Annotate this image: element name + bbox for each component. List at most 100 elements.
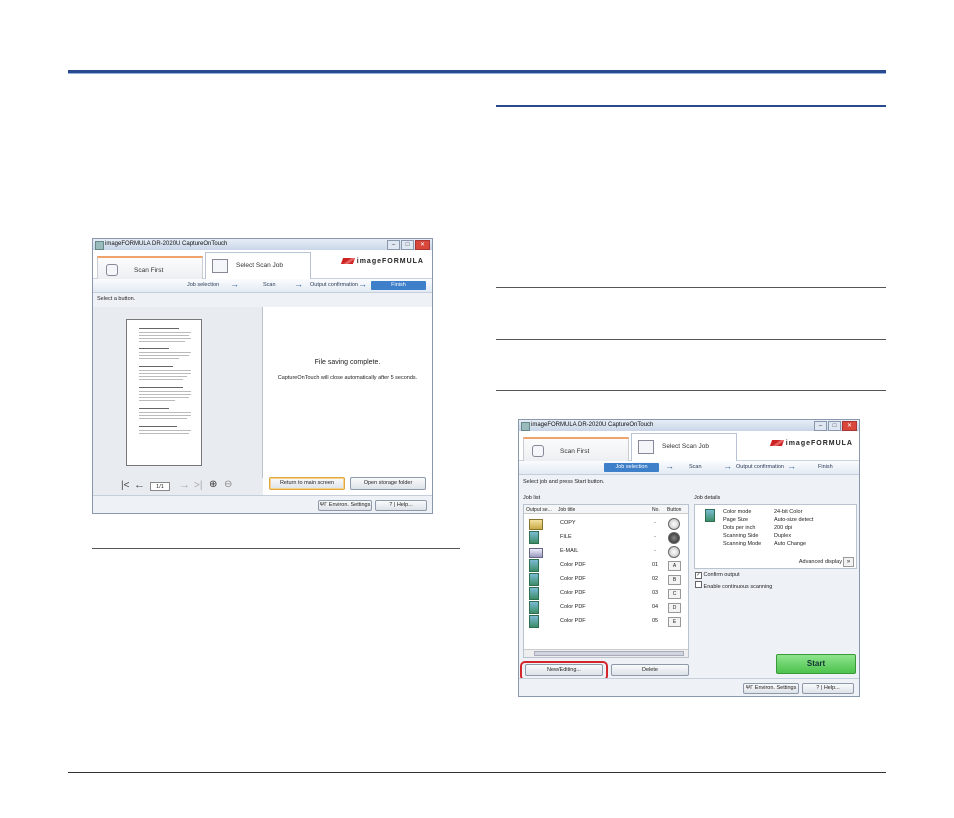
return-to-main-button[interactable]: Return to main screen xyxy=(269,477,345,490)
job-details-panel: Color mode 24-bit Color Page Size Auto-s… xyxy=(694,504,857,569)
help-button[interactable]: ? | Help... xyxy=(375,500,427,511)
arrow-right-icon: → xyxy=(665,461,674,471)
job-list: Output se... Job title No. Button COPY -… xyxy=(523,504,689,658)
close-icon[interactable]: ✕ xyxy=(842,421,857,431)
advanced-display-link[interactable]: Advanced display xyxy=(799,559,842,565)
job-row[interactable]: Color PDF 01 A xyxy=(524,558,688,572)
save-file-icon xyxy=(529,531,539,544)
detail-value: 24-bit Color xyxy=(774,509,803,515)
prev-page-icon[interactable]: ← xyxy=(134,479,145,491)
minimize-icon[interactable]: – xyxy=(814,421,827,431)
detail-row: Scanning Side xyxy=(723,533,759,539)
save-file-icon xyxy=(529,587,539,600)
tools-icon: ΨΓ xyxy=(745,685,755,691)
tab-bar: Scan First Select Scan Job imageFORMULA xyxy=(519,431,859,462)
job-row[interactable]: Color PDF 04 D xyxy=(524,600,688,614)
delete-button[interactable]: Delete xyxy=(611,664,689,676)
job-button-badge: B xyxy=(668,575,681,585)
job-row[interactable]: Color PDF 02 B xyxy=(524,572,688,586)
continuous-scanning-checkbox[interactable]: Enable continuous scanning xyxy=(695,581,772,590)
col-no[interactable]: No. xyxy=(652,507,660,513)
page-thumbnail xyxy=(126,319,202,466)
arrow-right-icon: → xyxy=(787,461,796,471)
printer-icon xyxy=(529,519,543,530)
detail-row: Scanning Mode xyxy=(723,541,762,547)
new-editing-button[interactable]: New/Editing... xyxy=(525,664,603,676)
step-output-confirmation: Output confirmation xyxy=(310,282,358,288)
section-rule xyxy=(496,105,886,107)
environ-settings-button[interactable]: ΨΓ Environ. Settings xyxy=(743,683,799,694)
step-job-selection: Job selection xyxy=(187,282,220,288)
job-row[interactable]: E-MAIL - xyxy=(524,544,688,558)
imageformula-logo: imageFORMULA xyxy=(340,258,424,265)
step-output-confirmation: Output confirmation xyxy=(736,464,784,470)
last-page-icon: >| xyxy=(194,480,203,491)
step-scan: Scan xyxy=(689,464,702,470)
window-title: imageFORMULA DR-2020U CaptureOnTouch xyxy=(105,241,228,247)
help-button[interactable]: ? | Help... xyxy=(802,683,854,694)
horizontal-scrollbar[interactable] xyxy=(524,649,688,657)
step-finish: Finish xyxy=(818,464,833,470)
next-page-icon: → xyxy=(179,479,190,491)
checkbox-unchecked-icon xyxy=(695,581,702,588)
tab-select-scan-job[interactable]: Select Scan Job xyxy=(631,433,737,462)
maximize-icon[interactable]: □ xyxy=(828,421,841,431)
email-button-icon xyxy=(668,546,680,558)
checkbox-checked-icon: ✓ xyxy=(695,572,702,579)
expand-chevron-icon[interactable]: » xyxy=(843,557,854,567)
confirm-output-checkbox[interactable]: ✓ Confirm output xyxy=(695,572,740,579)
detail-value: Auto-size detect xyxy=(774,517,814,523)
tab-scan-first-label: Scan First xyxy=(134,267,164,274)
job-details-label: Job details xyxy=(694,495,721,501)
help-icon: ? xyxy=(816,685,820,691)
arrow-right-icon: → xyxy=(230,279,239,289)
job-row[interactable]: Color PDF 03 C xyxy=(524,586,688,600)
page-number-field[interactable]: 1/1 xyxy=(150,482,170,491)
close-icon[interactable]: ✕ xyxy=(415,240,430,250)
col-button[interactable]: Button xyxy=(667,507,681,513)
divider-rule xyxy=(496,287,886,288)
open-storage-folder-button[interactable]: Open storage folder xyxy=(350,477,426,490)
detail-value: Auto Change xyxy=(774,541,807,547)
tab-scan-first[interactable]: Scan First xyxy=(97,256,203,280)
minimize-icon[interactable]: – xyxy=(387,240,400,250)
save-file-icon xyxy=(705,509,715,522)
window-titlebar: imageFORMULA DR-2020U CaptureOnTouch – □… xyxy=(519,420,859,431)
job-button-badge: C xyxy=(668,589,681,599)
tab-select-scan-job[interactable]: Select Scan Job xyxy=(205,252,311,280)
save-file-icon xyxy=(529,601,539,614)
bottom-bar: ΨΓ Environ. Settings ? | Help... xyxy=(519,678,859,696)
page-nav-bar: |< ← 1/1 → >| ⊕ ⊖ xyxy=(93,478,263,495)
tools-icon: ΨΓ xyxy=(319,502,329,508)
result-pane: File saving complete. CaptureOnTouch wil… xyxy=(263,307,432,495)
tab-scan-first-label: Scan First xyxy=(560,448,590,455)
job-row[interactable]: Color PDF 05 E xyxy=(524,614,688,628)
window-titlebar: imageFORMULA DR-2020U CaptureOnTouch – □… xyxy=(93,239,432,250)
col-job-title[interactable]: Job title xyxy=(558,507,575,513)
screenshot-finish-window: imageFORMULA DR-2020U CaptureOnTouch – □… xyxy=(92,238,433,514)
app-icon xyxy=(521,422,530,431)
job-button-badge: D xyxy=(668,603,681,613)
scrollbar-thumb[interactable] xyxy=(534,651,684,656)
zoom-out-icon[interactable]: ⊖ xyxy=(224,479,232,490)
step-bar: Job selection → Scan → Output confirmati… xyxy=(93,279,432,293)
job-row[interactable]: COPY - xyxy=(524,516,688,530)
environ-settings-button[interactable]: ΨΓ Environ. Settings xyxy=(318,500,372,511)
step-finish-active: Finish xyxy=(371,281,426,290)
col-output-setting[interactable]: Output se... xyxy=(526,507,552,513)
footer-rule xyxy=(68,772,886,773)
divider-rule xyxy=(496,339,886,340)
zoom-in-icon[interactable]: ⊕ xyxy=(209,479,217,490)
job-button-badge: E xyxy=(668,617,681,627)
hand-touch-icon xyxy=(532,445,544,457)
tab-scan-first[interactable]: Scan First xyxy=(523,437,629,462)
job-list-label: Job list xyxy=(523,495,541,501)
caption-rule xyxy=(92,548,460,549)
hand-touch-icon xyxy=(106,264,118,276)
detail-row: Page Size xyxy=(723,517,749,523)
step-scan: Scan xyxy=(263,282,276,288)
job-row[interactable]: FILE - xyxy=(524,530,688,544)
first-page-icon[interactable]: |< xyxy=(121,480,129,491)
maximize-icon[interactable]: □ xyxy=(401,240,414,250)
start-button[interactable]: Start xyxy=(776,654,856,674)
